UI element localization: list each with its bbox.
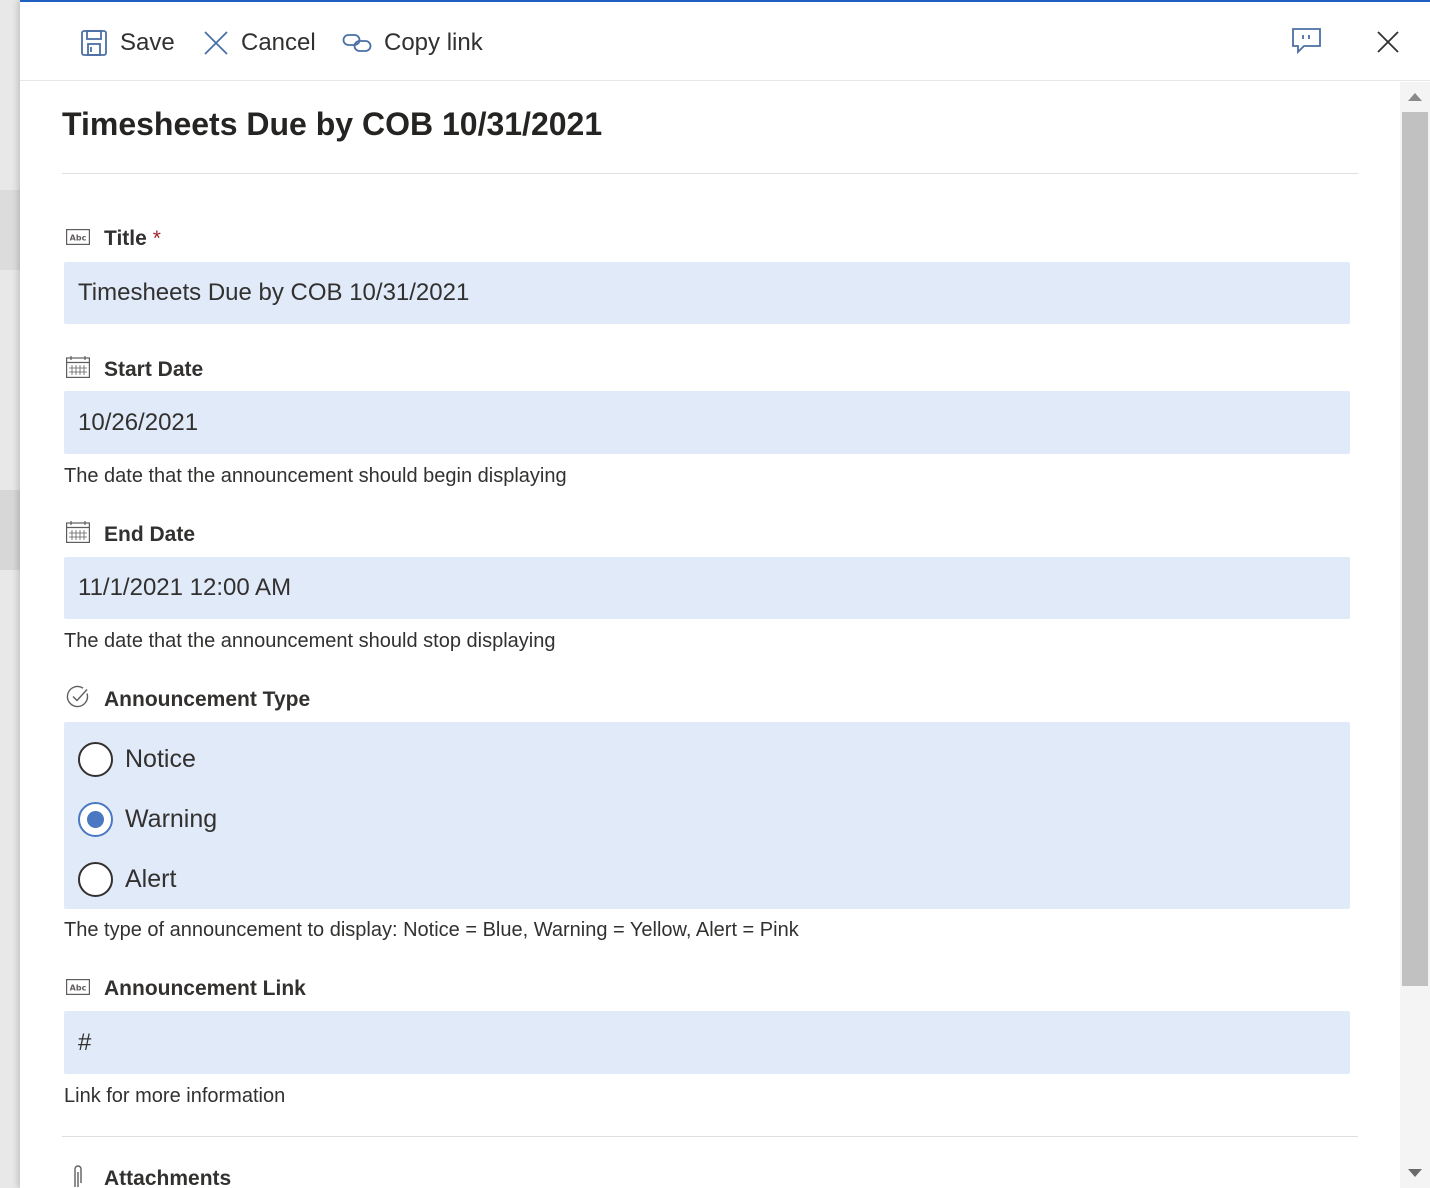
announcement-link-field-label: Abc Announcement Link <box>66 974 306 1004</box>
svg-text:Abc: Abc <box>70 234 87 243</box>
radio-button-alert[interactable] <box>78 861 113 897</box>
cancel-button[interactable]: Cancel <box>203 24 316 62</box>
background-strip <box>0 490 20 570</box>
title-label-text: Title <box>104 227 147 250</box>
save-button[interactable]: Save <box>80 24 175 62</box>
announcement-link-label-text: Announcement Link <box>104 977 306 1000</box>
scrollbar-thumb[interactable] <box>1402 112 1428 986</box>
cancel-label: Cancel <box>241 29 316 56</box>
title-input[interactable]: Timesheets Due by COB 10/31/2021 <box>64 262 1350 324</box>
link-icon <box>342 32 372 54</box>
radio-button-notice[interactable] <box>78 741 113 777</box>
close-button[interactable] <box>1376 30 1400 59</box>
close-icon <box>1376 31 1400 58</box>
form-content: Timesheets Due by COB 10/31/2021 Abc Tit… <box>20 82 1400 1188</box>
end-date-label-text: End Date <box>104 523 196 546</box>
svg-text:Abc: Abc <box>70 984 87 993</box>
calendar-icon <box>66 521 90 549</box>
copy-link-label: Copy link <box>384 29 483 56</box>
radio-option-notice[interactable]: Notice <box>78 739 196 779</box>
save-label: Save <box>120 29 175 56</box>
text-field-icon: Abc <box>66 977 90 1001</box>
start-date-help-text: The date that the announcement should be… <box>64 465 567 487</box>
announcement-type-help-text: The type of announcement to display: Not… <box>64 919 799 941</box>
radio-label-alert: Alert <box>125 864 177 893</box>
announcement-type-field-label: Announcement Type <box>66 685 310 715</box>
x-icon <box>203 30 229 56</box>
radio-button-warning[interactable] <box>78 801 113 837</box>
title-divider <box>62 173 1358 174</box>
required-marker: * <box>152 227 161 250</box>
radio-selected-dot <box>87 810 104 828</box>
background-page <box>0 0 20 1188</box>
scroll-up-arrow-icon[interactable] <box>1408 93 1422 101</box>
start-date-input[interactable]: 10/26/2021 <box>64 391 1350 454</box>
announcement-link-help-text: Link for more information <box>64 1085 286 1107</box>
calendar-icon <box>66 356 90 384</box>
edit-item-panel: Save Cancel Copy link Timesheets Due by … <box>20 0 1430 1188</box>
radio-label-notice: Notice <box>125 744 196 773</box>
copy-link-button[interactable]: Copy link <box>342 24 483 62</box>
start-date-field-label: Start Date <box>66 355 203 385</box>
end-date-field-label: End Date <box>66 520 195 550</box>
radio-label-warning: Warning <box>125 804 218 833</box>
check-circle-icon <box>66 685 90 715</box>
background-strip <box>0 190 20 270</box>
feedback-button[interactable] <box>1291 27 1322 60</box>
save-icon <box>80 29 108 57</box>
announcement-type-choice-group: Notice Warning Alert <box>64 722 1350 909</box>
title-field-label: Abc Title * <box>66 224 161 254</box>
attachments-label-text: Attachments <box>104 1167 232 1188</box>
scroll-down-arrow-icon[interactable] <box>1408 1169 1422 1177</box>
command-bar: Save Cancel Copy link <box>20 2 1430 81</box>
attachments-field-label: Attachments <box>66 1164 231 1188</box>
start-date-label-text: Start Date <box>104 358 204 381</box>
radio-option-warning[interactable]: Warning <box>78 799 217 839</box>
attachments-divider <box>62 1136 1358 1137</box>
end-date-input[interactable]: 11/1/2021 12:00 AM <box>64 557 1350 619</box>
end-date-help-text: The date that the announcement should st… <box>64 630 556 652</box>
radio-option-alert[interactable]: Alert <box>78 859 176 899</box>
feedback-icon <box>1291 28 1322 59</box>
text-field-icon: Abc <box>66 227 90 251</box>
announcement-link-input[interactable]: # <box>64 1011 1350 1074</box>
page-title: Timesheets Due by COB 10/31/2021 <box>62 106 603 142</box>
vertical-scrollbar[interactable] <box>1400 82 1430 1188</box>
announcement-type-label-text: Announcement Type <box>104 688 311 711</box>
paperclip-icon <box>66 1163 90 1188</box>
